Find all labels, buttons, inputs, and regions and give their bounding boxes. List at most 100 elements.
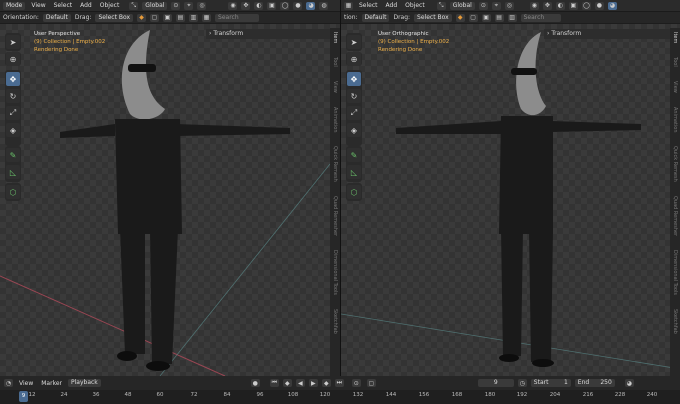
select-mode-invert-icon[interactable]: ▥ bbox=[189, 13, 199, 22]
current-frame-field[interactable]: 9 bbox=[477, 379, 514, 387]
clock-icon[interactable]: ◷ bbox=[517, 379, 527, 387]
material-shading-icon-right[interactable]: ◕ bbox=[607, 1, 617, 10]
npanel-tab-quad-remesher[interactable]: Quad Remesher bbox=[332, 196, 338, 236]
gizmo-icon[interactable]: ✥ bbox=[241, 1, 251, 10]
npanel-tab-item-right[interactable]: Item bbox=[672, 32, 678, 43]
rendered-shading-icon[interactable]: ◍ bbox=[319, 1, 329, 10]
select-mode-new-icon-right[interactable]: ▢ bbox=[468, 13, 478, 22]
transform-global-dropdown[interactable]: Global bbox=[142, 1, 168, 10]
menu-object[interactable]: Object bbox=[98, 1, 122, 10]
select-mode-subtract-icon-right[interactable]: ▤ bbox=[494, 13, 504, 22]
material-shading-icon[interactable]: ◕ bbox=[306, 1, 316, 10]
gizmo-icon-right[interactable]: ✥ bbox=[542, 1, 552, 10]
npanel-tab-sketchfab[interactable]: Sketchfab bbox=[332, 309, 338, 334]
keying-icon[interactable]: ⊙ bbox=[351, 379, 361, 387]
npanel-tab-animation-right[interactable]: Animation bbox=[672, 107, 678, 133]
cursor-3d-icon-right[interactable]: ⊕ bbox=[347, 52, 361, 66]
transform-icon-right[interactable]: ◈ bbox=[347, 123, 361, 137]
select-mode-extend-icon-right[interactable]: ▣ bbox=[481, 13, 491, 22]
npanel-tab-dimensional-tools-right[interactable]: Dimensional Tools bbox=[672, 250, 678, 295]
npanel-tab-sketchfab-right[interactable]: Sketchfab bbox=[672, 309, 678, 334]
overlay-icon-right[interactable]: ◐ bbox=[555, 1, 565, 10]
overlay-icon[interactable]: ◐ bbox=[254, 1, 264, 10]
menu-add-right[interactable]: Add bbox=[384, 1, 400, 10]
mode-dropdown[interactable]: Mode bbox=[3, 1, 26, 10]
select-mode-invert-icon-right[interactable]: ▥ bbox=[507, 13, 517, 22]
transform-panel[interactable]: › Transform bbox=[206, 29, 330, 39]
npanel-tab-tool[interactable]: Tool bbox=[332, 57, 338, 67]
timeline-editor-icon[interactable]: ◔ bbox=[4, 379, 13, 387]
npanel-tab-view-right[interactable]: View bbox=[672, 81, 678, 93]
menu-add[interactable]: Add bbox=[78, 1, 94, 10]
frame-indicator[interactable]: 9 bbox=[19, 391, 28, 402]
rotate-icon[interactable]: ↻ bbox=[6, 89, 20, 103]
select-mode-new-icon[interactable]: ▢ bbox=[150, 13, 160, 22]
frame-ruler[interactable]: 9 12 24 36 48 60 72 84 96 108 120 132 14… bbox=[0, 390, 680, 404]
select-mode-intersect-icon[interactable]: ▦ bbox=[202, 13, 212, 22]
editor-type-icon[interactable]: ▦ bbox=[344, 1, 353, 10]
start-frame-field[interactable]: Start 1 bbox=[530, 379, 571, 387]
npanel-tab-quad-remesher-right[interactable]: Quad Remesher bbox=[672, 196, 678, 236]
jump-end-icon[interactable]: ⏭ bbox=[334, 379, 344, 387]
search-input[interactable]: Search bbox=[215, 13, 260, 22]
wireframe-shading-icon-right[interactable]: ◯ bbox=[581, 1, 591, 10]
scale-icon-right[interactable]: ⤢ bbox=[347, 106, 361, 120]
color-cube-icon[interactable]: ◆ bbox=[137, 13, 147, 22]
npanel-tab-quick-remesh[interactable]: Quick Remesh bbox=[332, 146, 338, 182]
cursor-icon-right[interactable]: ➤ bbox=[347, 35, 361, 49]
measure-icon[interactable]: ◺ bbox=[6, 165, 20, 179]
orientation-dropdown-right[interactable]: Default bbox=[361, 13, 390, 22]
transform-orientation-icon-right[interactable]: ⤡ bbox=[436, 1, 446, 10]
menu-view[interactable]: View bbox=[29, 1, 47, 10]
right-3d-viewport[interactable]: ➤ ⊕ ✥ ↻ ⤢ ◈ ✎ ◺ ⬡ User Orthographic (9) … bbox=[341, 24, 680, 376]
npanel-tab-view[interactable]: View bbox=[332, 81, 338, 93]
npanel-tab-dimensional-tools[interactable]: Dimensional Tools bbox=[332, 250, 338, 295]
search-input-right[interactable]: Search bbox=[520, 13, 561, 22]
npanel-tab-quick-remesh-right[interactable]: Quick Remesh bbox=[672, 146, 678, 182]
timeline-menu-view[interactable]: View bbox=[17, 379, 35, 388]
orientation-dropdown[interactable]: Default bbox=[42, 13, 71, 22]
menu-select[interactable]: Select bbox=[52, 1, 75, 10]
prev-keyframe-icon[interactable]: ◆ bbox=[282, 379, 292, 387]
annotate-icon-right[interactable]: ✎ bbox=[347, 148, 361, 162]
menu-object-right[interactable]: Object bbox=[403, 1, 427, 10]
rotate-icon-right[interactable]: ↻ bbox=[347, 89, 361, 103]
move-icon-right[interactable]: ✥ bbox=[347, 72, 361, 86]
annotate-icon[interactable]: ✎ bbox=[6, 148, 20, 162]
proportional-edit-icon[interactable]: ◎ bbox=[197, 1, 207, 10]
timeline-menu-marker[interactable]: Marker bbox=[39, 379, 64, 388]
visibility-icon[interactable]: ◉ bbox=[228, 1, 238, 10]
play-icon[interactable]: ▶ bbox=[308, 379, 318, 387]
select-mode-extend-icon[interactable]: ▣ bbox=[163, 13, 173, 22]
add-cube-icon-right[interactable]: ⬡ bbox=[347, 185, 361, 199]
cursor-3d-icon[interactable]: ⊕ bbox=[6, 52, 20, 66]
play-reverse-icon[interactable]: ◀ bbox=[295, 379, 305, 387]
color-cube-icon-right[interactable]: ◆ bbox=[455, 13, 465, 22]
pivot-icon-right[interactable]: ⊙ bbox=[478, 1, 488, 10]
next-keyframe-icon[interactable]: ◆ bbox=[321, 379, 331, 387]
playback-dropdown[interactable]: Playback bbox=[68, 379, 101, 387]
visibility-icon-right[interactable]: ◉ bbox=[529, 1, 539, 10]
transform-panel-right[interactable]: › Transform bbox=[544, 29, 670, 39]
npanel-tab-item[interactable]: Item bbox=[332, 32, 338, 43]
pivot-icon[interactable]: ⊙ bbox=[171, 1, 181, 10]
move-icon[interactable]: ✥ bbox=[6, 72, 20, 86]
scale-icon[interactable]: ⤢ bbox=[6, 106, 20, 120]
cursor-icon[interactable]: ➤ bbox=[6, 35, 20, 49]
end-frame-field[interactable]: End 250 bbox=[574, 379, 615, 387]
wireframe-shading-icon[interactable]: ◯ bbox=[280, 1, 290, 10]
solid-shading-icon[interactable]: ● bbox=[293, 1, 303, 10]
snap-icon-right[interactable]: ⌖ bbox=[491, 1, 501, 10]
solid-shading-icon-right[interactable]: ● bbox=[594, 1, 604, 10]
snap-icon[interactable]: ⌖ bbox=[184, 1, 194, 10]
menu-select-right[interactable]: Select bbox=[357, 1, 380, 10]
add-cube-icon[interactable]: ⬡ bbox=[6, 185, 20, 199]
drag-dropdown-right[interactable]: Select Box bbox=[414, 13, 452, 22]
transform-orientation-icon[interactable]: ⤡ bbox=[129, 1, 139, 10]
measure-icon-right[interactable]: ◺ bbox=[347, 165, 361, 179]
keyframe-type-icon[interactable]: ▢ bbox=[366, 379, 376, 387]
transform-global-dropdown-right[interactable]: Global bbox=[449, 1, 475, 10]
left-3d-viewport[interactable]: ➤ ⊕ ✥ ↻ ⤢ ◈ ✎ ◺ ⬡ User Perspective (9) C… bbox=[0, 24, 340, 376]
record-icon[interactable]: ● bbox=[250, 379, 260, 387]
timeline-options-icon[interactable]: ◕ bbox=[624, 379, 634, 387]
